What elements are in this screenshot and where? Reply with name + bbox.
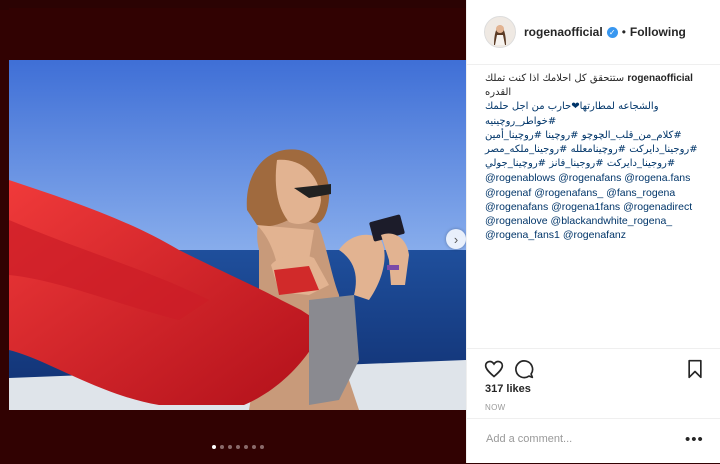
- mention-link[interactable]: @rogena_fans1: [485, 229, 560, 241]
- caption-username[interactable]: rogenaofficial: [627, 73, 693, 84]
- mention-link[interactable]: @rogena1fans: [551, 201, 620, 213]
- verified-badge-icon: ✓: [606, 26, 618, 38]
- carousel-dot[interactable]: [235, 445, 240, 449]
- post-photo[interactable]: [9, 60, 466, 410]
- mention-line: @rogenafans @rogena1fans @rogenadirect: [485, 200, 707, 214]
- carousel-dot[interactable]: [251, 445, 256, 449]
- carousel-next-button[interactable]: ›: [446, 229, 466, 249]
- username-link[interactable]: rogenaofficial: [524, 25, 603, 39]
- mention-link[interactable]: @rogenadirect: [623, 201, 692, 213]
- likes-count[interactable]: 317 likes: [485, 383, 531, 395]
- mention-link[interactable]: @fans_rogena: [606, 187, 675, 199]
- mention-line: @rogenablows @rogenafans @rogena.fans: [485, 171, 707, 185]
- header-separator: •: [621, 25, 626, 39]
- carousel-dot[interactable]: [211, 445, 216, 449]
- carousel-dots: [9, 445, 466, 449]
- comment-icon[interactable]: [514, 359, 534, 379]
- bookmark-icon[interactable]: [685, 359, 705, 379]
- mention-link[interactable]: @rogenafans: [485, 201, 548, 213]
- post-header: rogenaofficial ✓ • Following: [467, 0, 720, 65]
- caption-line[interactable]: والشجاعه لمطارتها❤حارب من اجل حلمك #خواط…: [485, 100, 707, 128]
- mention-line: @rogenalove @blackandwhite_rogena_: [485, 214, 707, 228]
- mention-link[interactable]: @blackandwhite_rogena_: [551, 215, 673, 227]
- caption-line[interactable]: #كلام_من_قلب_الچوچو #روچينا #روچينا_أمين: [485, 129, 707, 143]
- comment-input[interactable]: [484, 432, 678, 446]
- avatar[interactable]: [484, 16, 516, 48]
- mention-link[interactable]: @rogenaf: [485, 187, 531, 199]
- mention-link[interactable]: @rogenafans_: [534, 187, 603, 199]
- carousel-dot[interactable]: [243, 445, 248, 449]
- heart-icon[interactable]: [484, 359, 504, 379]
- post-timestamp: NOW: [485, 403, 506, 412]
- post-side-panel: rogenaofficial ✓ • Following rogenaoffic…: [466, 0, 720, 463]
- carousel-dot[interactable]: [227, 445, 232, 449]
- carousel-dot[interactable]: [259, 445, 264, 449]
- post-media: ›: [9, 8, 466, 455]
- more-options-button[interactable]: •••: [685, 431, 704, 448]
- mention-link[interactable]: @rogenafans: [558, 172, 621, 184]
- following-button[interactable]: Following: [630, 25, 686, 39]
- caption-line[interactable]: #روجينا_دايركت #روچينامعلله #روجينا_ملكه…: [485, 143, 707, 157]
- carousel-dot[interactable]: [219, 445, 224, 449]
- photo-illustration: [9, 60, 466, 410]
- avatar-illustration: [485, 17, 515, 47]
- comment-bar: •••: [467, 418, 720, 464]
- mention-line: @rogenaf @rogenafans_ @fans_rogena: [485, 186, 707, 200]
- caption-line: rogenaofficial ستتحقق كل احلامك اذا كنت …: [485, 72, 707, 100]
- mention-link[interactable]: @rogena.fans: [624, 172, 690, 184]
- post-caption: rogenaofficial ستتحقق كل احلامك اذا كنت …: [485, 72, 707, 242]
- chevron-right-icon: ›: [453, 231, 459, 247]
- mention-link[interactable]: @rogenafanz: [563, 229, 626, 241]
- mention-line: @rogena_fans1 @rogenafanz: [485, 228, 707, 242]
- mention-link[interactable]: @rogenablows: [485, 172, 555, 184]
- caption-line[interactable]: #روجينا_دايركت #روجينا_فانز #روچينا_جولي: [485, 157, 707, 171]
- mention-link[interactable]: @rogenalove: [485, 215, 548, 227]
- caption-text: ستتحقق كل احلامك اذا كنت تملك القدره: [485, 73, 625, 99]
